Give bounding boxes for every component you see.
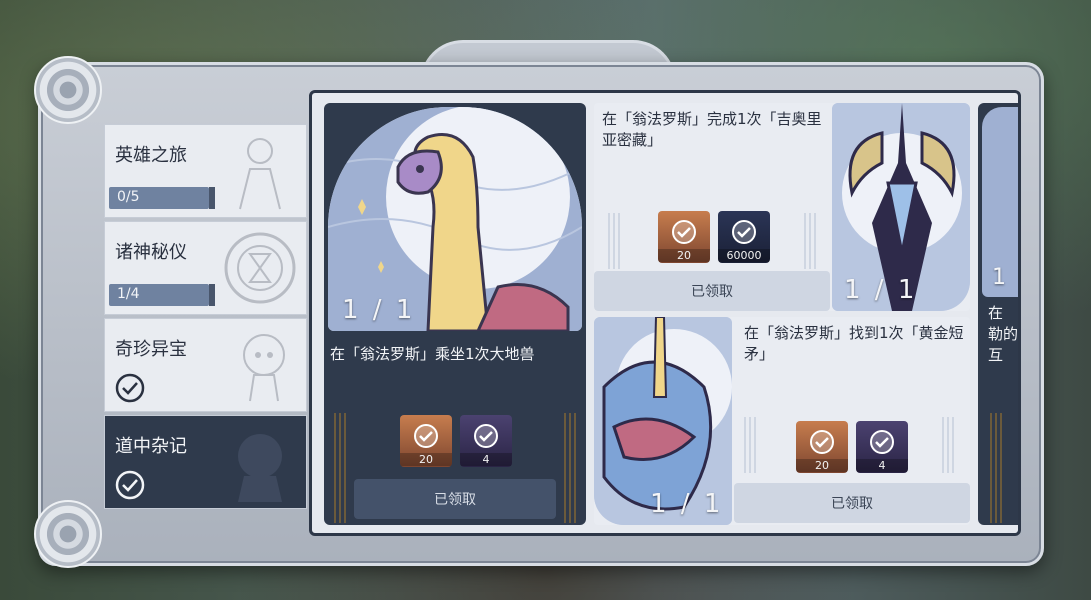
category-sidebar: 英雄之旅 0/5 诸神秘仪 1/4 奇珍异宝 道中杂记: [104, 124, 307, 512]
progress-text: 0/5: [117, 189, 140, 205]
progress-bar: 0/5: [109, 187, 209, 209]
claimed-button[interactable]: 已领取: [354, 479, 556, 519]
achievement-card-golden-spear[interactable]: 1 / 1 在「翁法罗斯」找到1次「黄金短矛」 20 4 已领取: [594, 317, 970, 525]
achievement-description: 在「翁法罗斯」乘坐1次大地兽: [330, 345, 535, 363]
reward-quantity: 4: [460, 453, 512, 466]
claimed-button[interactable]: 已领取: [594, 271, 830, 311]
progress-count: 1: [992, 265, 1009, 290]
mascot-figure-icon: [243, 334, 285, 402]
achievement-description: 在「翁法罗斯」找到1次「黄金短矛」: [744, 324, 964, 363]
achievement-description: 在「翁法罗斯」完成1次「吉奥里亚密藏」: [602, 110, 822, 149]
check-icon: [672, 220, 696, 244]
progress-text: 1/4: [117, 286, 140, 302]
sidebar-item-label: 道中杂记: [115, 436, 187, 457]
description-line: 互: [988, 346, 1004, 364]
achievement-description: 在 勒的 互: [988, 303, 1018, 366]
claimed-button[interactable]: 已领取: [734, 483, 970, 523]
hero-figure-icon: [239, 138, 281, 210]
reward-item-credits[interactable]: 20: [400, 415, 452, 467]
creature-portrait-icon: [238, 434, 282, 502]
progress-bar: 1/4: [109, 284, 209, 306]
reward-item-stellar-jade[interactable]: 4: [460, 415, 512, 467]
sidebar-item-label: 英雄之旅: [115, 145, 187, 166]
pillar-decoration: [744, 417, 756, 473]
pillar-decoration: [804, 213, 816, 269]
pillar-decoration: [942, 417, 954, 473]
check-icon: [810, 430, 834, 454]
sidebar-item-rare-treasures[interactable]: 奇珍异宝: [104, 318, 307, 412]
card-illustration: 1 / 1: [328, 107, 582, 331]
description-line: 在: [988, 304, 1004, 322]
achievement-card-treasure-vault[interactable]: 在「翁法罗斯」完成1次「吉奥里亚密藏」 20 60000 已领取 1 / 1: [594, 103, 970, 311]
progress-bar-cap: [209, 284, 215, 306]
reward-quantity: 4: [856, 459, 908, 472]
progress-count: 1 / 1: [650, 489, 724, 519]
reward-item-credits[interactable]: 20: [796, 421, 848, 473]
achievement-card-partial[interactable]: 1 在 勒的 互: [978, 103, 1018, 525]
pillar-decoration: [564, 413, 576, 523]
check-icon: [414, 424, 438, 448]
reward-quantity: 20: [400, 453, 452, 466]
card-illustration: 1 / 1: [832, 103, 970, 311]
sidebar-item-travel-notes[interactable]: 道中杂记: [104, 415, 307, 509]
reward-quantity: 20: [796, 459, 848, 472]
sidebar-item-divine-rites[interactable]: 诸神秘仪 1/4: [104, 221, 307, 315]
reward-item-stellar-jade[interactable]: 4: [856, 421, 908, 473]
reward-quantity: 60000: [718, 249, 770, 262]
scroll-ornament-icon: [34, 500, 102, 568]
check-icon: [870, 430, 894, 454]
progress-count: 1 / 1: [844, 275, 918, 305]
completed-check-icon: [115, 373, 145, 403]
reward-quantity: 20: [658, 249, 710, 262]
achievement-panel: 1 / 1 在「翁法罗斯」乘坐1次大地兽 20 4 已领取 在「翁法罗斯」完成1…: [309, 90, 1021, 536]
check-icon: [732, 220, 756, 244]
sidebar-item-label: 诸神秘仪: [115, 242, 187, 263]
sidebar-item-hero-journey[interactable]: 英雄之旅 0/5: [104, 124, 307, 218]
progress-count: 1 / 1: [342, 295, 416, 325]
reward-item-credits[interactable]: 20: [658, 211, 710, 263]
pillar-decoration: [608, 213, 620, 269]
sidebar-item-label: 奇珍异宝: [115, 339, 187, 360]
check-icon: [474, 424, 498, 448]
description-line: 勒的: [988, 325, 1018, 343]
scroll-ornament-icon: [34, 56, 102, 124]
pillar-decoration: [990, 413, 1002, 523]
card-illustration: 1 / 1: [594, 317, 732, 525]
completed-check-icon: [115, 470, 145, 500]
progress-bar-cap: [209, 187, 215, 209]
pillar-decoration: [334, 413, 346, 523]
reward-item-credits-pile[interactable]: 60000: [718, 211, 770, 263]
achievement-card-earth-beast[interactable]: 1 / 1 在「翁法罗斯」乘坐1次大地兽 20 4 已领取: [324, 103, 586, 525]
hourglass-sigil-icon: [224, 232, 296, 304]
